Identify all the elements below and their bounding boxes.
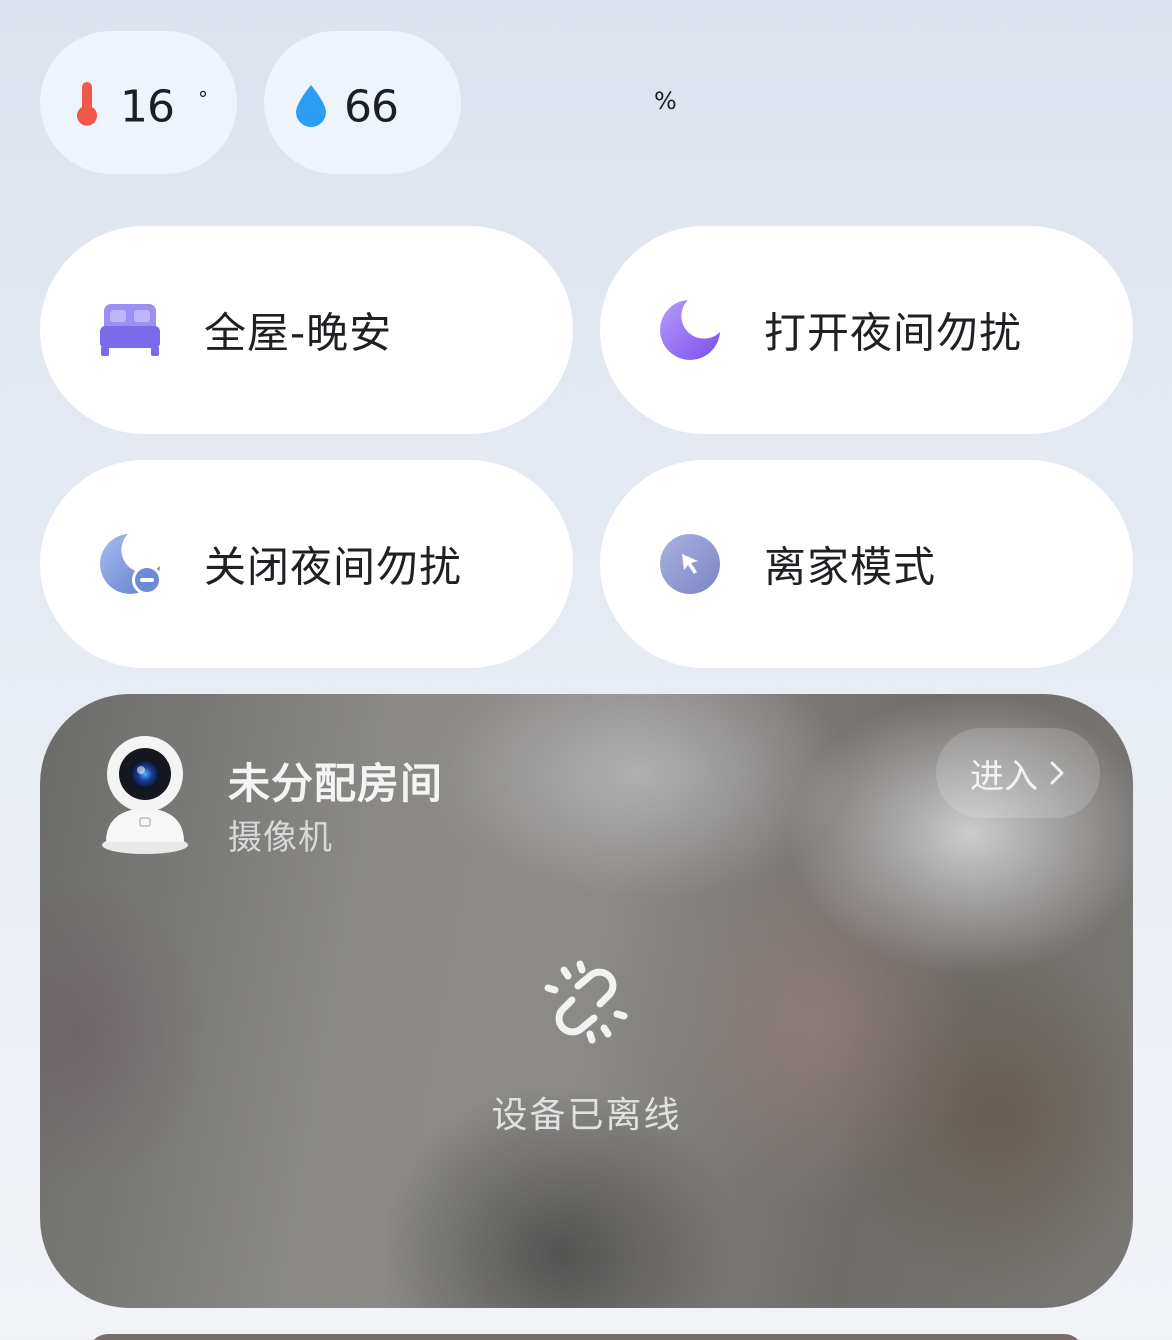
temperature-pill[interactable]: 16 ° bbox=[40, 31, 237, 174]
moon-icon bbox=[660, 300, 720, 360]
bed-icon bbox=[100, 304, 160, 356]
scene-label: 离家模式 bbox=[764, 542, 937, 592]
camera-device-icon bbox=[102, 736, 188, 854]
offline-status: 设备已离线 bbox=[491, 1095, 682, 1136]
humidity-pill[interactable]: 66 % bbox=[264, 31, 677, 174]
scene-card-leave-home[interactable]: 离家模式 bbox=[600, 460, 1133, 668]
temperature-unit: ° bbox=[198, 87, 208, 111]
temperature-value: 16 bbox=[120, 81, 175, 133]
camera-card[interactable]: 未分配房间 摄像机 进入 设备已离线 bbox=[40, 694, 1133, 1308]
camera-device-type: 摄像机 bbox=[228, 818, 333, 858]
moon-minus-icon bbox=[100, 534, 162, 595]
scene-label: 打开夜间勿扰 bbox=[764, 308, 1023, 358]
water-drop-icon bbox=[296, 85, 326, 127]
broken-link-icon bbox=[544, 960, 628, 1044]
chevron-right-icon bbox=[1050, 761, 1064, 785]
scene-label: 关闭夜间勿扰 bbox=[204, 542, 463, 592]
scene-label: 全屋-晚安 bbox=[204, 308, 393, 358]
humidity-value: 66 bbox=[344, 81, 399, 133]
scene-card-goodnight[interactable]: 全屋-晚安 bbox=[40, 226, 573, 434]
enter-button-label: 进入 bbox=[970, 756, 1038, 797]
leave-home-arrow-icon bbox=[660, 534, 720, 594]
enter-button[interactable]: 进入 bbox=[936, 728, 1100, 818]
scene-card-dnd-on[interactable]: 打开夜间勿扰 bbox=[600, 226, 1133, 434]
camera-room-name: 未分配房间 bbox=[228, 759, 444, 808]
scene-card-dnd-off[interactable]: 关闭夜间勿扰 bbox=[40, 460, 573, 668]
thermometer-icon bbox=[77, 82, 97, 126]
next-card-edge bbox=[88, 1334, 1084, 1340]
humidity-unit: % bbox=[654, 87, 677, 115]
